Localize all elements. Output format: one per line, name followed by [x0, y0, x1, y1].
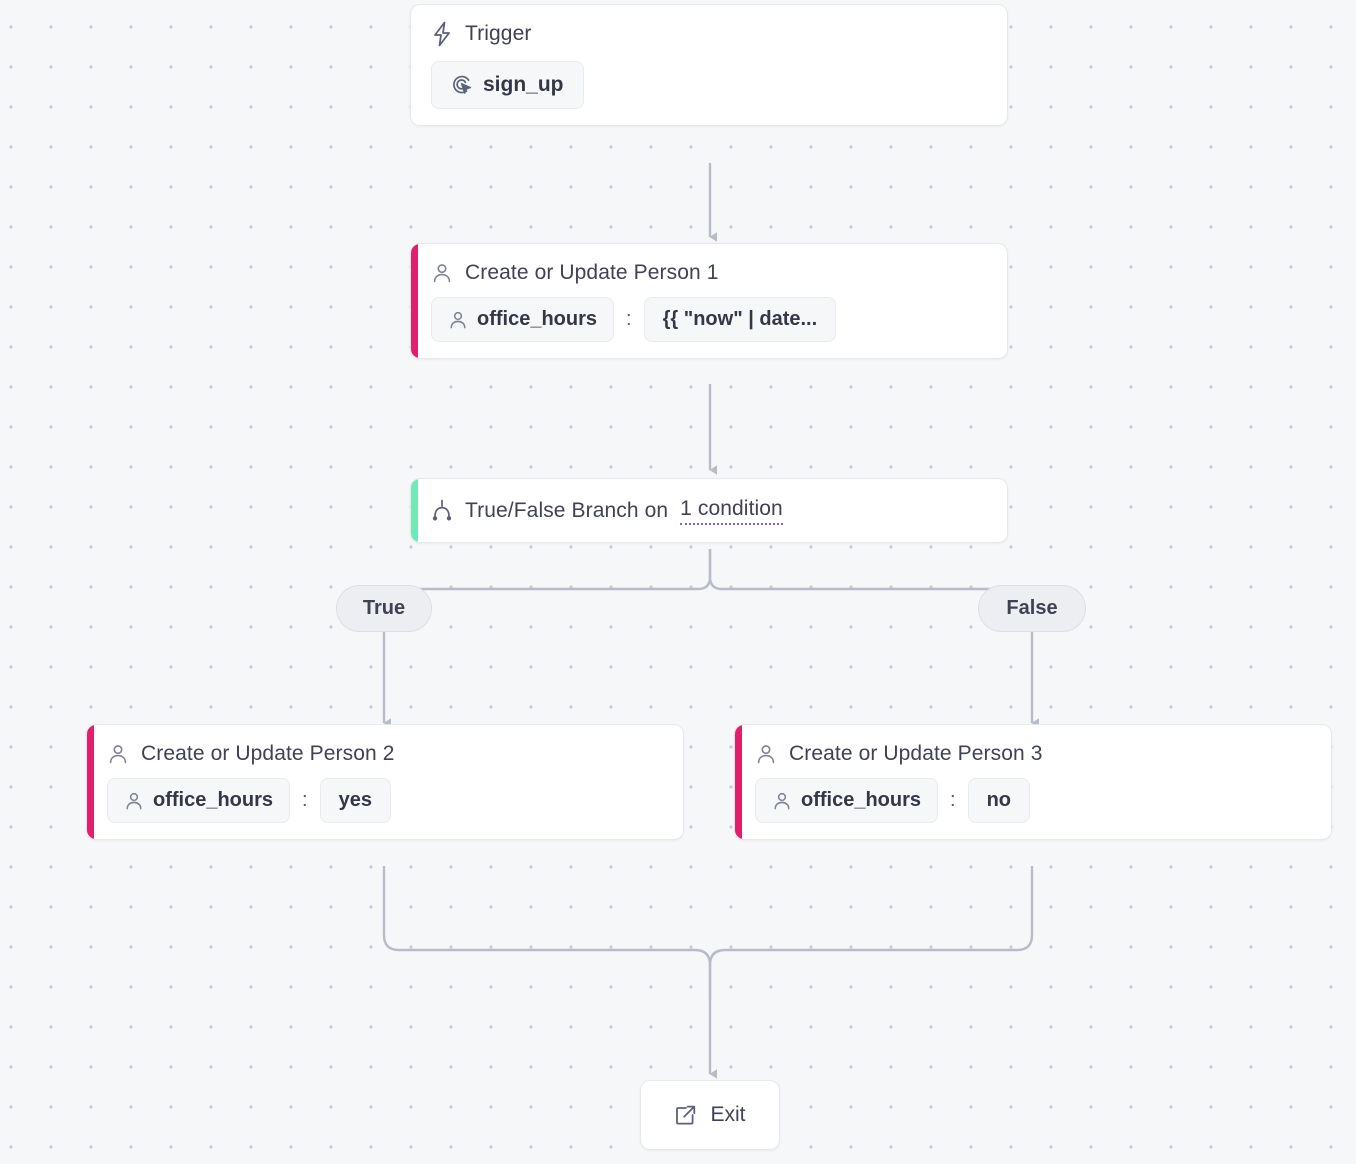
edge-person2-to-exit	[382, 866, 718, 1079]
node-trigger-title-text: Trigger	[465, 22, 532, 46]
edge-person3-to-exit	[708, 866, 1034, 1000]
node-person1-field-row: office_hours : {{ "now" | date...	[431, 297, 989, 343]
field-value-label: yes	[338, 789, 372, 812]
field-value-label: {{ "now" | date...	[662, 308, 818, 331]
branch-label-false[interactable]: False	[978, 585, 1086, 632]
field-key-label: office_hours	[153, 789, 274, 812]
node-branch-title-prefix: True/False Branch on	[465, 499, 669, 522]
node-exit[interactable]: Exit	[640, 1080, 780, 1150]
branch-split-icon	[431, 499, 453, 523]
workflow-canvas: Trigger sign_up Create or Update Person …	[0, 0, 1356, 1164]
node-person3-title-text: Create or Update Person 3	[789, 742, 1043, 765]
node-person1-title: Create or Update Person 1	[431, 260, 989, 285]
node-person1-title-text: Create or Update Person 1	[465, 261, 719, 284]
node-trigger-title: Trigger	[431, 21, 989, 47]
trigger-event-chip[interactable]: sign_up	[431, 61, 584, 109]
node-create-or-update-person-1[interactable]: Create or Update Person 1 office_hours :…	[410, 243, 1008, 360]
node-person3-title: Create or Update Person 3	[755, 741, 1313, 766]
field-separator: :	[302, 789, 308, 812]
branch-label-true-text: True	[362, 597, 406, 619]
node-person2-title: Create or Update Person 2	[107, 741, 665, 766]
branch-condition-link[interactable]: 1 condition	[680, 496, 783, 526]
node-create-or-update-person-3[interactable]: Create or Update Person 3 office_hours :…	[734, 724, 1332, 841]
field-value-chip[interactable]: {{ "now" | date...	[643, 297, 837, 343]
branch-label-true[interactable]: True	[336, 585, 432, 632]
field-key-chip[interactable]: office_hours	[107, 778, 291, 824]
node-exit-label: Exit	[710, 1103, 746, 1126]
person-icon	[107, 743, 129, 765]
field-key-label: office_hours	[477, 308, 598, 331]
node-create-or-update-person-2[interactable]: Create or Update Person 2 office_hours :…	[86, 724, 684, 841]
node-person2-field-row: office_hours : yes	[107, 778, 665, 824]
field-separator: :	[950, 789, 956, 812]
external-link-icon	[674, 1104, 697, 1127]
person-icon	[448, 310, 468, 330]
node-person2-title-text: Create or Update Person 2	[141, 742, 395, 765]
lightning-bolt-icon	[431, 21, 453, 47]
field-value-chip[interactable]: no	[967, 778, 1031, 824]
click-target-icon	[451, 74, 473, 96]
edge-branch-to-true	[382, 549, 712, 602]
person-icon	[772, 791, 792, 811]
field-value-chip[interactable]: yes	[319, 778, 391, 824]
node-accent-bar	[735, 725, 742, 840]
field-key-chip[interactable]: office_hours	[755, 778, 939, 824]
node-trigger[interactable]: Trigger sign_up	[410, 4, 1008, 126]
person-icon	[124, 791, 144, 811]
field-key-label: office_hours	[801, 789, 922, 812]
node-person3-field-row: office_hours : no	[755, 778, 1313, 824]
branch-label-false-text: False	[1006, 597, 1058, 619]
node-accent-bar	[411, 244, 418, 359]
node-true-false-branch[interactable]: True/False Branch on 1 condition	[410, 478, 1008, 544]
trigger-event-label: sign_up	[483, 73, 564, 96]
field-key-chip[interactable]: office_hours	[431, 297, 615, 343]
person-icon	[755, 743, 777, 765]
node-accent-bar	[87, 725, 94, 840]
node-branch-title: True/False Branch on 1 condition	[431, 496, 989, 526]
workflow-edges	[382, 163, 1040, 1079]
node-accent-bar	[411, 479, 418, 543]
field-value-label: no	[986, 789, 1012, 812]
field-separator: :	[626, 308, 632, 331]
person-icon	[431, 262, 453, 284]
